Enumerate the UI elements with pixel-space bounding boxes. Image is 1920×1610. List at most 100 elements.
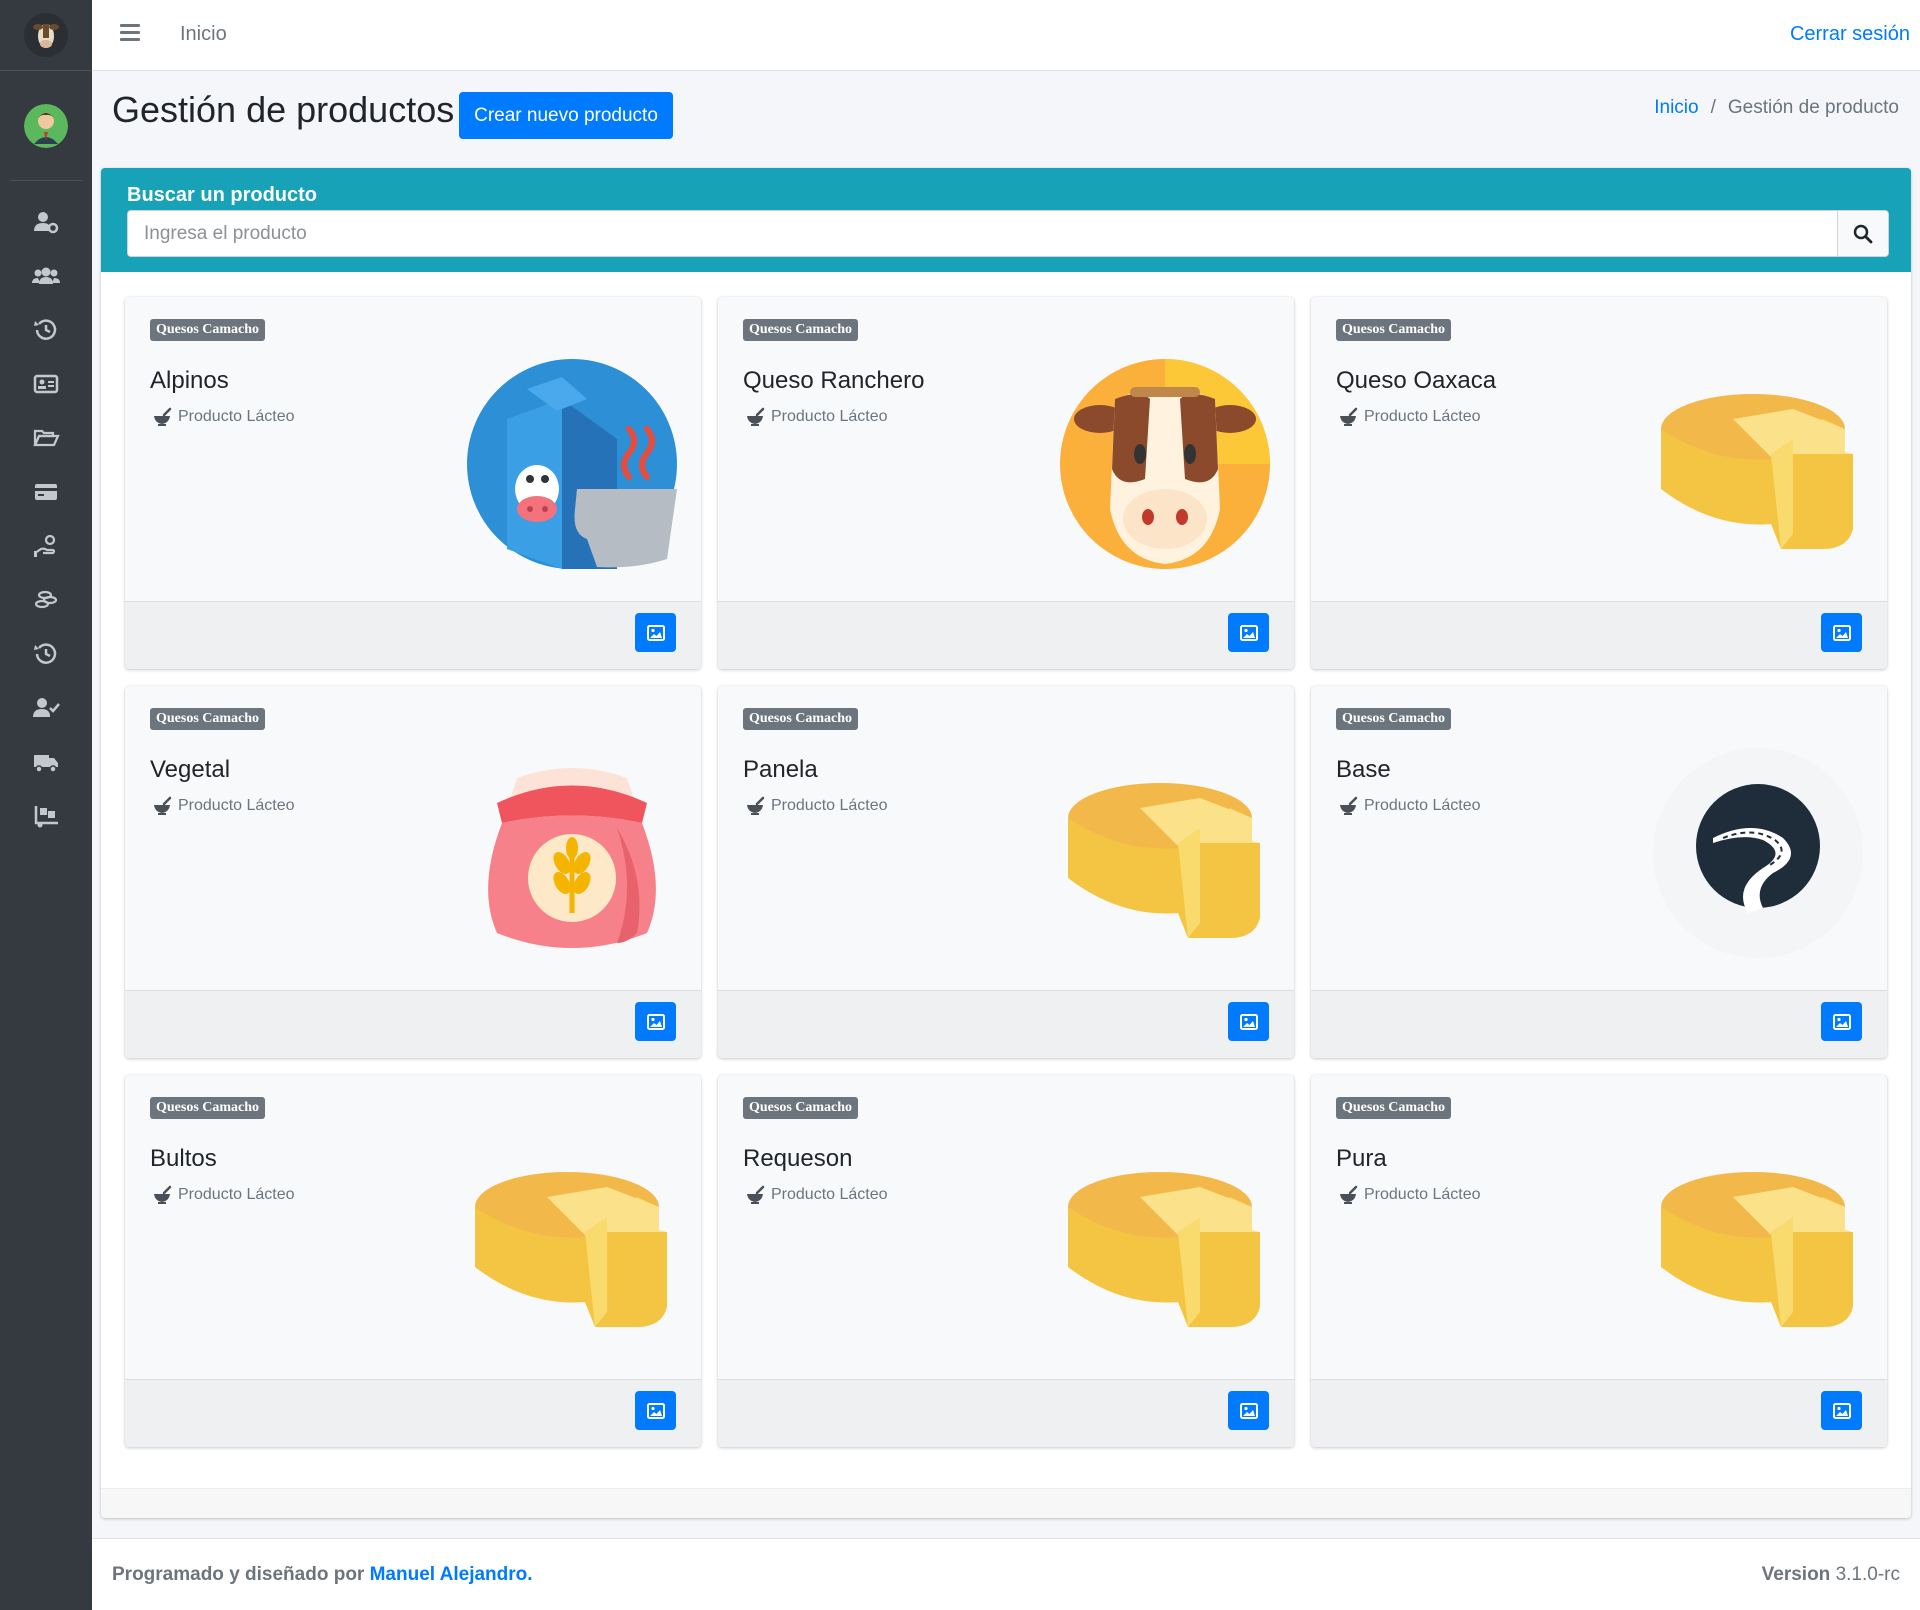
product-card-footer [1311, 1379, 1887, 1447]
product-image [1060, 359, 1270, 569]
footer-credit-prefix: Programado y diseñado por [112, 1564, 365, 1585]
image-icon [1239, 1013, 1258, 1030]
top-navbar: Inicio Cerrar sesión [92, 0, 1920, 71]
product-image [1653, 1137, 1863, 1347]
mortar-pestle-icon [1340, 796, 1358, 815]
credit-card-icon [35, 484, 57, 500]
sidebar [0, 0, 92, 1610]
nav-folder[interactable] [0, 411, 92, 465]
product-name: Base [1336, 756, 1391, 783]
brand-badge: Quesos Camacho [150, 1097, 266, 1119]
product-name: Bultos [150, 1145, 217, 1172]
change-image-button[interactable] [1228, 1002, 1269, 1041]
mortar-pestle-icon [1340, 407, 1358, 426]
nav-credit-card[interactable] [0, 465, 92, 519]
product-name: Queso Oaxaca [1336, 367, 1497, 394]
nav-payments[interactable] [0, 519, 92, 573]
search-header: Buscar un producto [101, 168, 1911, 272]
product-category: Producto Lácteo [1338, 1185, 1481, 1205]
product-category-label: Producto Lácteo [178, 797, 295, 814]
product-card: Quesos Camacho Bultos Producto Lácteo [125, 1075, 701, 1447]
mortar-pestle-icon [747, 1185, 765, 1204]
nav-history[interactable] [0, 303, 92, 357]
product-image [467, 1137, 677, 1347]
product-card: Quesos Camacho Panela Producto Lácteo [718, 686, 1294, 1058]
product-card: Quesos Camacho Pura Producto Lácteo [1311, 1075, 1887, 1447]
menu-toggle-icon[interactable] [120, 24, 140, 44]
product-card-footer [125, 990, 701, 1058]
brand-badge: Quesos Camacho [150, 319, 266, 341]
mortar-pestle-icon [1340, 1185, 1358, 1204]
change-image-button[interactable] [635, 613, 676, 652]
product-category-label: Producto Lácteo [178, 1186, 295, 1203]
mortar-pestle-icon [154, 796, 172, 815]
footer-credit: Programado y diseñado por Manuel Alejand… [112, 1564, 533, 1586]
change-image-button[interactable] [635, 1002, 676, 1041]
version-label: Version [1761, 1564, 1831, 1585]
product-card: Quesos Camacho Vegetal Producto Lácteo [125, 686, 701, 1058]
change-image-button[interactable] [635, 1391, 676, 1430]
mortar-pestle-icon [747, 796, 765, 815]
product-grid: Quesos Camacho Alpinos Producto Lácteo Q… [125, 297, 1888, 1447]
create-product-button[interactable]: Crear nuevo producto [459, 92, 673, 139]
footer-author-link[interactable]: Manuel Alejandro. [370, 1564, 533, 1585]
brand-badge: Quesos Camacho [1336, 708, 1452, 730]
product-name: Alpinos [150, 367, 229, 394]
product-card-footer [1311, 990, 1887, 1058]
nav-truck-loading[interactable] [0, 789, 92, 843]
change-image-button[interactable] [1821, 613, 1862, 652]
nav-user-settings[interactable] [0, 195, 92, 249]
logout-link[interactable]: Cerrar sesión [1790, 23, 1910, 46]
cow-logo-icon [24, 13, 68, 57]
change-image-button[interactable] [1228, 1391, 1269, 1430]
sidebar-nav [0, 181, 92, 843]
product-card-footer [125, 1379, 701, 1447]
search-icon [1853, 224, 1873, 243]
product-card: Quesos Camacho Base Producto Lácteo [1311, 686, 1887, 1058]
brand-badge: Quesos Camacho [1336, 319, 1452, 341]
card-footer [101, 1488, 1911, 1518]
product-card-footer [125, 601, 701, 669]
product-category: Producto Lácteo [745, 796, 888, 816]
nav-users[interactable] [0, 249, 92, 303]
product-card-footer [718, 990, 1294, 1058]
nav-id-card[interactable] [0, 357, 92, 411]
breadcrumb-home-link[interactable]: Inicio [1654, 97, 1698, 119]
nav-truck[interactable] [0, 735, 92, 789]
product-card: Quesos Camacho Alpinos Producto Lácteo [125, 297, 701, 669]
nav-coins[interactable] [0, 573, 92, 627]
product-category: Producto Lácteo [152, 796, 295, 816]
change-image-button[interactable] [1228, 613, 1269, 652]
product-card: Quesos Camacho Requeson Producto Lácteo [718, 1075, 1294, 1447]
breadcrumb: Inicio / Gestión de producto [1654, 97, 1899, 119]
product-name: Requeson [743, 1145, 853, 1172]
product-name: Panela [743, 756, 818, 783]
image-icon [1832, 1402, 1851, 1419]
change-image-button[interactable] [1821, 1391, 1862, 1430]
product-image [1060, 748, 1270, 958]
product-image [1653, 748, 1863, 958]
nav-history-2[interactable] [0, 627, 92, 681]
product-category-label: Producto Lácteo [1364, 1186, 1481, 1203]
truck-icon [34, 755, 58, 773]
image-icon [1239, 1402, 1258, 1419]
search-button[interactable] [1837, 210, 1889, 257]
change-image-button[interactable] [1821, 1002, 1862, 1041]
search-input[interactable] [127, 210, 1837, 257]
history-icon [34, 643, 57, 664]
brand-badge: Quesos Camacho [743, 1097, 859, 1119]
product-category: Producto Lácteo [745, 1185, 888, 1205]
brand-logo-link[interactable] [0, 0, 92, 71]
product-category: Producto Lácteo [152, 1185, 295, 1205]
folder-open-icon [33, 429, 60, 447]
product-name: Pura [1336, 1145, 1387, 1172]
truck-loading-icon [34, 806, 58, 828]
product-category-label: Producto Lácteo [771, 797, 888, 814]
avatar[interactable] [24, 103, 68, 148]
mortar-pestle-icon [747, 407, 765, 426]
nav-home-link[interactable]: Inicio [180, 23, 227, 46]
product-card: Quesos Camacho Queso Oaxaca Producto Lác… [1311, 297, 1887, 669]
users-icon [32, 267, 60, 284]
product-image [467, 748, 677, 958]
nav-user-check[interactable] [0, 681, 92, 735]
